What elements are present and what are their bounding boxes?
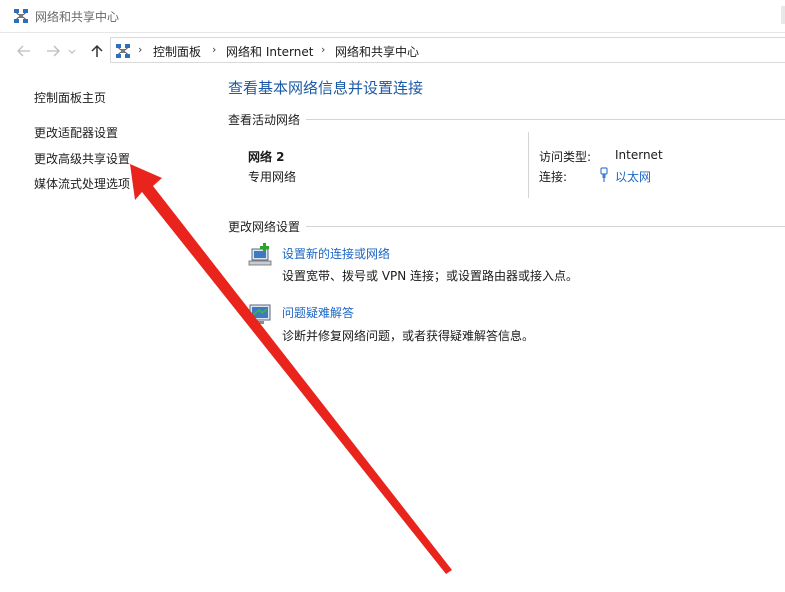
breadcrumb-separator[interactable]: › [321,43,325,56]
forward-arrow-icon [47,45,60,57]
network-center-icon [14,9,28,23]
network-info-divider [528,132,529,198]
breadcrumb-control-panel[interactable]: 控制面板 [153,43,201,60]
troubleshoot-description: 诊断并修复网络问题，或者获得疑难解答信息。 [282,329,535,343]
setup-new-connection-description: 设置宽带、拨号或 VPN 连接；或设置路由器或接入点。 [282,269,579,283]
network-type[interactable]: 专用网络 [248,168,296,185]
change-settings-heading: 更改网络设置 [228,220,301,234]
forward-button[interactable] [44,42,62,60]
active-networks-heading: 查看活动网络 [228,113,301,127]
control-panel-icon [116,44,130,58]
new-connection-icon [248,243,272,266]
troubleshoot-icon [249,304,271,324]
navigation-bar: › 控制面板 › 网络和 Internet › 网络和共享中心 [0,36,785,66]
up-button[interactable] [88,42,106,60]
ethernet-icon [600,167,608,182]
breadcrumb-separator[interactable]: › [212,43,216,56]
connection-ethernet-link[interactable]: 以太网 [615,168,651,185]
sidebar-item-change-adapter-settings[interactable]: 更改适配器设置 [34,124,118,141]
title-bar: 网络和共享中心 [0,0,785,33]
recent-locations-button[interactable] [66,42,78,60]
access-type-value: Internet [615,148,663,162]
breadcrumb-network-internet[interactable]: 网络和 Internet [226,43,313,60]
breadcrumb-network-sharing-center[interactable]: 网络和共享中心 [335,43,419,60]
section-divider [306,119,785,120]
breadcrumb-separator: › [138,43,143,56]
access-type-label: 访问类型: [539,150,592,164]
section-divider [306,226,785,227]
page-title: 查看基本网络信息并设置连接 [228,79,424,97]
sidebar-item-control-panel-home[interactable]: 控制面板主页 [34,89,106,106]
sidebar: 控制面板主页 更改适配器设置 更改高级共享设置 媒体流式处理选项 [0,66,215,592]
window-title: 网络和共享中心 [35,10,120,24]
sidebar-item-media-streaming[interactable]: 媒体流式处理选项 [34,175,130,192]
up-arrow-icon [91,44,103,57]
back-button[interactable] [15,42,33,60]
window-edge [781,6,785,24]
connection-label: 连接: [539,170,568,184]
main-content: 查看基本网络信息并设置连接 查看活动网络 网络 2 专用网络 访问类型: Int… [215,66,785,592]
back-arrow-icon [17,45,30,57]
chevron-down-icon [68,49,76,54]
setup-new-connection-link[interactable]: 设置新的连接或网络 [282,245,390,262]
sidebar-item-change-advanced-sharing[interactable]: 更改高级共享设置 [34,150,130,167]
troubleshoot-link[interactable]: 问题疑难解答 [282,304,354,321]
address-bar[interactable]: › 控制面板 › 网络和 Internet › 网络和共享中心 [110,37,785,63]
network-name: 网络 2 [248,150,285,164]
